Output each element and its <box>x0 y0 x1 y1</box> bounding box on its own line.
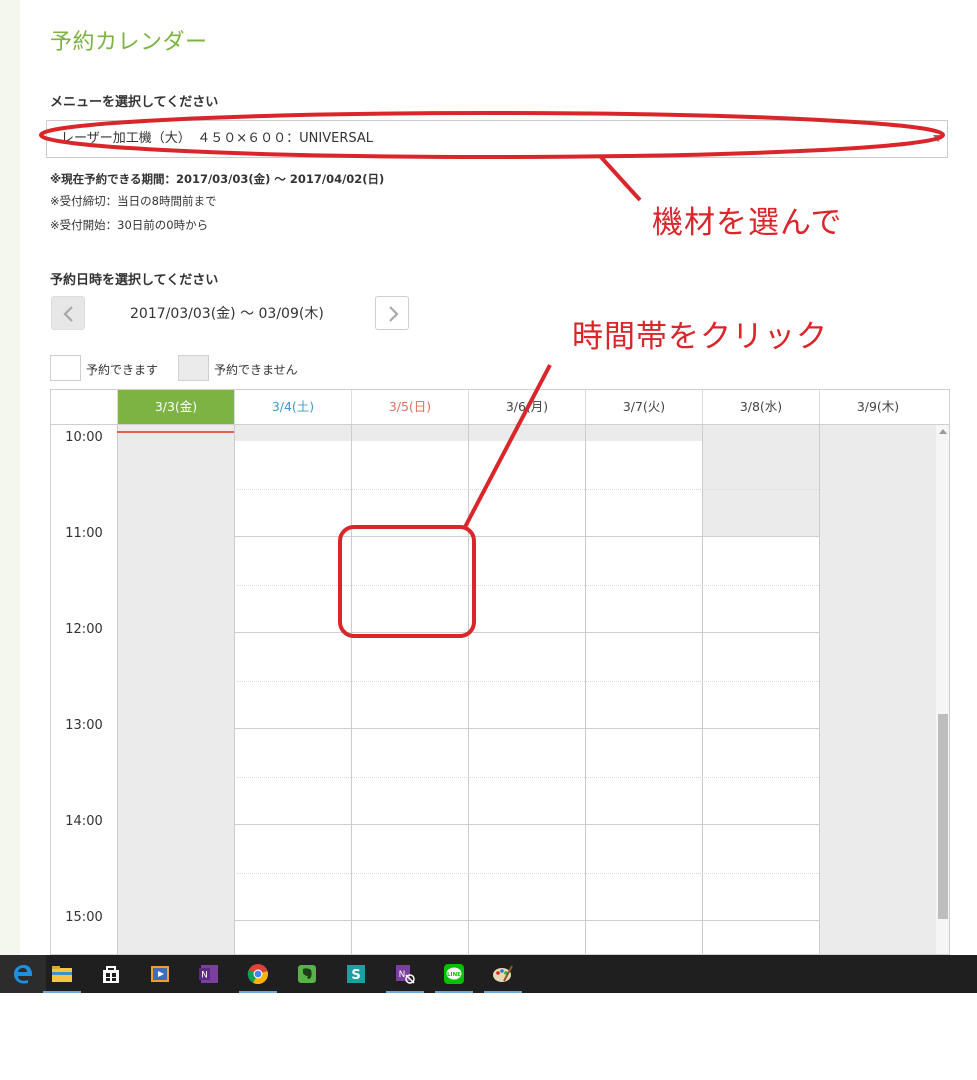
reservation-calendar: 3/3(金) 3/4(土) 3/5(日) 3/6(月) 3/7(火) 3/8(水… <box>50 389 950 955</box>
half-hour-line <box>234 777 819 778</box>
day-column-3-6[interactable] <box>468 425 585 954</box>
line-icon: LINE <box>444 964 464 984</box>
running-indicator <box>484 991 522 993</box>
chevron-left-icon <box>63 306 73 322</box>
hour-line <box>234 536 819 537</box>
taskbar-onenote[interactable]: N <box>186 955 232 993</box>
taskbar-chrome[interactable] <box>235 955 281 993</box>
windows-taskbar: N S N LINE <box>0 955 977 993</box>
taskbar-sway[interactable]: S <box>333 955 379 993</box>
legend-available-swatch <box>50 355 81 381</box>
day-header-3-5: 3/5(日) <box>351 390 468 424</box>
svg-text:S: S <box>351 968 360 983</box>
taskbar-onenote-clipper[interactable]: N <box>382 955 428 993</box>
day-header-3-4: 3/4(土) <box>234 390 351 424</box>
media-player-icon <box>151 966 169 982</box>
day-column-3-4[interactable] <box>234 425 351 954</box>
day-column-3-5[interactable] <box>351 425 468 954</box>
unavailable-block <box>586 425 702 441</box>
prev-week-button[interactable] <box>51 296 85 330</box>
chevron-right-icon <box>389 306 399 322</box>
hour-line <box>234 632 819 633</box>
scroll-up-arrow-icon[interactable] <box>939 429 947 434</box>
time-label-12: 12:00 <box>65 622 103 637</box>
start-notice: ※受付開始：30日前の0時から <box>50 218 209 232</box>
chrome-icon <box>247 964 268 985</box>
svg-text:N: N <box>201 971 208 981</box>
pointer-line-1 <box>598 154 642 202</box>
running-indicator <box>386 991 424 993</box>
page-title: 予約カレンダー <box>50 30 208 55</box>
period-notice: ※現在予約できる期間：2017/03/03(金) ～ 2017/04/02(日) <box>50 172 385 186</box>
menu-select[interactable]: レーザー加工機（大） ４５０×６００：UNIVERSAL <box>46 120 948 158</box>
week-range: 2017/03/03(金) ～ 03/09(木) <box>130 306 324 322</box>
day-header-3-9: 3/9(木) <box>819 390 936 424</box>
taskbar-line[interactable]: LINE <box>431 955 477 993</box>
annotation-click-timeslot: 時間帯をクリック <box>572 319 828 355</box>
day-header-3-7: 3/7(火) <box>585 390 702 424</box>
hour-line <box>234 920 819 921</box>
day-column-3-3 <box>117 425 234 954</box>
day-header-3-3: 3/3(金) <box>117 390 234 424</box>
annotation-choose-equipment: 機材を選んで <box>652 205 843 241</box>
menu-select-label: メニューを選択してください <box>50 95 219 110</box>
unavailable-block <box>235 425 351 441</box>
day-column-3-8[interactable] <box>702 425 819 954</box>
day-column-3-9 <box>819 425 936 954</box>
running-indicator <box>43 991 81 993</box>
hour-line <box>234 728 819 729</box>
menu-select-value: レーザー加工機（大） ４５０×６００：UNIVERSAL <box>61 131 373 146</box>
onenote-clipper-icon: N <box>396 965 415 984</box>
sway-icon: S <box>347 965 365 983</box>
scrollbar-thumb[interactable] <box>938 714 948 919</box>
half-hour-line <box>234 681 819 682</box>
day-column-3-7[interactable] <box>585 425 702 954</box>
current-time-indicator <box>117 431 234 433</box>
file-explorer-icon <box>52 966 72 982</box>
deadline-notice: ※受付締切：当日の8時間前まで <box>50 194 217 208</box>
datetime-select-label: 予約日時を選択してください <box>50 273 219 288</box>
day-header-3-8: 3/8(水) <box>702 390 819 424</box>
onenote-icon: N <box>199 965 218 983</box>
taskbar-paint[interactable] <box>480 955 526 993</box>
legend-unavailable-swatch <box>178 355 209 381</box>
legend-unavailable-label: 予約できません <box>214 363 298 377</box>
paint-icon <box>493 965 513 982</box>
time-label-13: 13:00 <box>65 718 103 733</box>
svg-text:LINE: LINE <box>447 972 461 978</box>
taskbar-file-explorer[interactable] <box>39 955 85 993</box>
time-label-11: 11:00 <box>65 526 103 541</box>
half-hour-line <box>234 585 819 586</box>
time-label-15: 15:00 <box>65 910 103 925</box>
unavailable-block <box>352 425 468 441</box>
hour-line <box>234 824 819 825</box>
next-week-button[interactable] <box>375 296 409 330</box>
taskbar-store[interactable] <box>88 955 134 993</box>
edge-icon <box>14 965 32 984</box>
time-label-10: 10:00 <box>65 430 103 445</box>
chevron-down-icon[interactable] <box>933 135 943 142</box>
left-margin-strip <box>0 0 20 955</box>
calendar-body: 10:00 11:00 12:00 13:00 14:00 15:00 <box>51 425 949 954</box>
taskbar-media-player[interactable] <box>137 955 183 993</box>
running-indicator <box>435 991 473 993</box>
svg-text:N: N <box>399 970 406 980</box>
unavailable-block <box>703 425 819 537</box>
unavailable-block <box>469 425 585 441</box>
evernote-icon <box>298 965 316 983</box>
day-header-3-6: 3/6(月) <box>468 390 585 424</box>
half-hour-line <box>234 489 819 490</box>
calendar-header: 3/3(金) 3/4(土) 3/5(日) 3/6(月) 3/7(火) 3/8(水… <box>51 390 949 425</box>
legend-available-label: 予約できます <box>86 363 159 377</box>
half-hour-line <box>234 873 819 874</box>
time-label-14: 14:00 <box>65 814 103 829</box>
store-icon <box>103 966 119 983</box>
running-indicator <box>239 991 277 993</box>
taskbar-evernote[interactable] <box>284 955 330 993</box>
